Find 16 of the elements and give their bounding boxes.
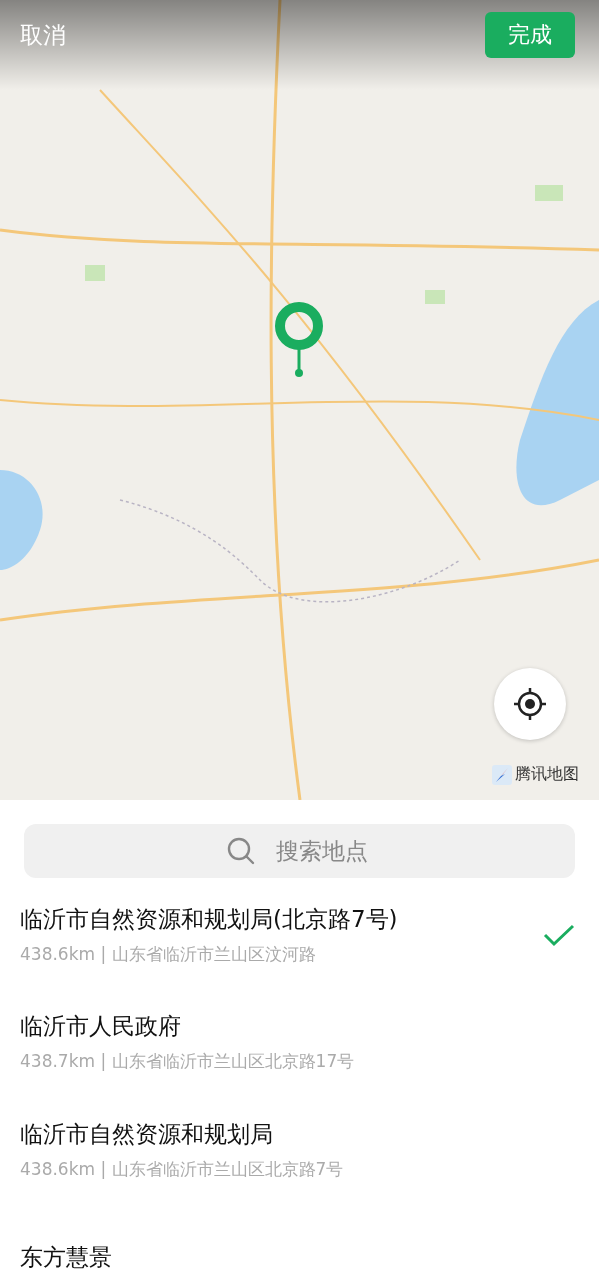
map-attribution: 腾讯地图 [515, 764, 579, 785]
place-item[interactable]: 临沂市人民政府 438.7km | 山东省临沂市兰山区北京路17号 [20, 985, 575, 1093]
place-name: 东方慧景 [20, 1242, 112, 1272]
place-item[interactable]: 临沂市自然资源和规划局 438.6km | 山东省临沂市兰山区北京路7号 [20, 1093, 575, 1201]
place-detail: 438.7km | 山东省临沂市兰山区北京路17号 [20, 1050, 355, 1074]
place-item[interactable]: 东方慧景 [20, 1200, 575, 1280]
compass-logo-icon [492, 764, 512, 785]
place-item[interactable]: 临沂市自然资源和规划局(北京路7号) 438.6km | 山东省临沂市兰山区汶河路 [20, 878, 575, 986]
place-detail: 438.6km | 山东省临沂市兰山区北京路7号 [20, 1157, 344, 1181]
place-detail: 438.6km | 山东省临沂市兰山区汶河路 [20, 942, 317, 966]
place-name: 临沂市自然资源和规划局(北京路7号) [20, 904, 398, 934]
target-icon [512, 686, 548, 722]
map-pin-icon [274, 302, 324, 378]
search-field[interactable]: 搜索地点 [24, 824, 575, 878]
place-name: 临沂市自然资源和规划局 [20, 1119, 274, 1149]
place-name: 临沂市人民政府 [20, 1012, 182, 1042]
